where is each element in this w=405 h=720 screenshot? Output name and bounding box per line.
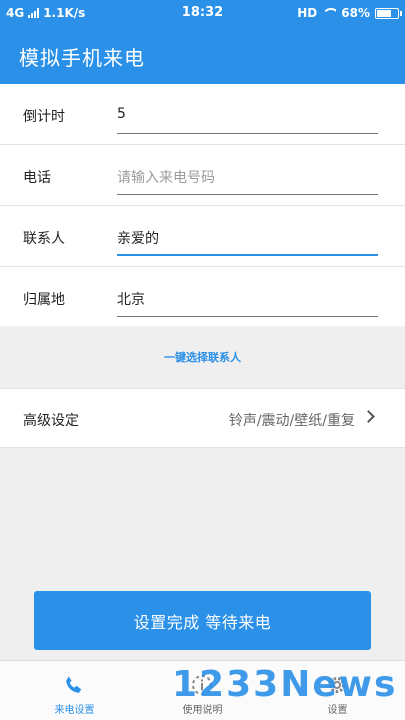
phone-row: 电话 请输入来电号码 xyxy=(0,145,405,206)
gear-icon xyxy=(325,673,349,697)
countdown-label: 倒计时 xyxy=(23,109,65,125)
chevron-right-icon xyxy=(362,410,375,423)
tab-call-settings[interactable]: 来电设置 xyxy=(7,661,142,720)
location-input[interactable]: 北京 xyxy=(117,281,378,317)
contact-row: 联系人 亲爱的 xyxy=(0,206,405,267)
advanced-settings-row[interactable]: 高级设定 铃声/震动/壁纸/重复 xyxy=(0,388,405,448)
app-bar: 模拟手机来电 xyxy=(0,28,405,84)
info-icon xyxy=(190,673,214,697)
phone-input[interactable]: 请输入来电号码 xyxy=(117,159,378,195)
countdown-row: 倒计时 5 xyxy=(0,84,405,145)
bottom-tab-bar: 来电设置 使用说明 设置 xyxy=(0,660,405,720)
advanced-settings-value: 铃声/震动/壁纸/重复 xyxy=(228,413,355,429)
tab-instructions[interactable]: 使用说明 xyxy=(135,661,270,720)
contact-label: 联系人 xyxy=(23,231,65,247)
location-row: 归属地 北京 xyxy=(0,267,405,328)
hd-indicator: HD xyxy=(297,6,318,20)
tab-call-settings-label: 来电设置 xyxy=(54,705,95,716)
call-settings-form: 倒计时 5 电话 请输入来电号码 联系人 亲爱的 归属地 北京 xyxy=(0,84,405,328)
location-label: 归属地 xyxy=(23,292,65,308)
phone-label: 电话 xyxy=(23,170,51,186)
select-contact-label: 一键选择联系人 xyxy=(164,351,241,364)
tab-settings[interactable]: 设置 xyxy=(270,661,405,720)
battery-percent: 68% xyxy=(341,6,370,20)
finish-setup-button[interactable]: 设置完成 等待来电 xyxy=(34,591,371,650)
tab-instructions-label: 使用说明 xyxy=(182,705,223,716)
status-bar: 4G 1.1K/s 18:32 HD 68% xyxy=(0,0,405,28)
tab-settings-label: 设置 xyxy=(327,705,348,716)
status-right: HD 68% xyxy=(297,6,402,20)
page-title: 模拟手机来电 xyxy=(19,46,145,70)
contact-input[interactable]: 亲爱的 xyxy=(117,220,378,256)
advanced-settings-label: 高级设定 xyxy=(23,413,79,429)
select-contact-link[interactable]: 一键选择联系人 xyxy=(0,326,405,387)
countdown-input[interactable]: 5 xyxy=(117,98,378,134)
wifi-icon xyxy=(322,8,337,18)
battery-icon xyxy=(375,7,402,19)
phone-icon xyxy=(62,673,86,697)
